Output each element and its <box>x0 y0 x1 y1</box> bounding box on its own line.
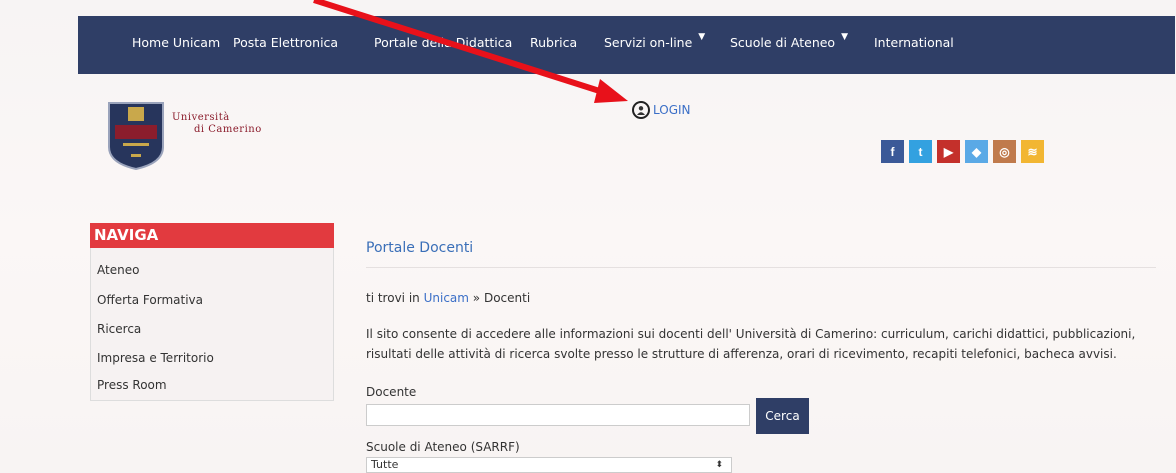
select-arrows-icon: ⬍ <box>715 460 723 470</box>
docente-label: Docente <box>366 385 417 399</box>
wordmark-line2: di Camerino <box>194 124 262 135</box>
chevron-down-icon: ▼ <box>698 32 706 42</box>
sidebar-item-impresa-territorio[interactable]: Impresa e Territorio <box>97 351 214 365</box>
sidebar-navigation: NAVIGA Ateneo Offerta Formativa Ricerca … <box>90 223 334 401</box>
nav-servizi-label: Servizi on-line <box>604 35 693 50</box>
nav-servizi-online[interactable]: Servizi on-line ▼ <box>604 32 706 50</box>
instagram-icon[interactable]: ◎ <box>993 140 1016 163</box>
nav-scuole-ateneo[interactable]: Scuole di Ateneo ▼ <box>730 32 848 50</box>
docente-search-input[interactable] <box>366 404 750 426</box>
twitter-icon[interactable]: t <box>909 140 932 163</box>
user-icon <box>632 101 650 119</box>
nav-scuole-label: Scuole di Ateneo <box>730 35 836 50</box>
top-navigation-bar: Home Unicam Posta Elettronica Portale de… <box>78 16 1175 74</box>
sidebar-item-offerta-formativa[interactable]: Offerta Formativa <box>97 293 203 307</box>
title-divider <box>366 267 1156 268</box>
nav-rubrica[interactable]: Rubrica <box>530 35 577 50</box>
breadcrumb-link-unicam[interactable]: Unicam <box>424 291 469 305</box>
page-title: Portale Docenti <box>366 240 474 256</box>
breadcrumb-prefix: ti trovi in <box>366 291 420 305</box>
rss-icon[interactable]: ≋ <box>1021 140 1044 163</box>
university-shield-logo[interactable] <box>107 99 165 171</box>
scuole-label: Scuole di Ateneo (SARRF) <box>366 440 520 454</box>
page-description: Il sito consente di accedere alle inform… <box>366 327 1136 361</box>
social-links: f t ▶ ◆ ◎ ≋ <box>881 140 1044 163</box>
search-button[interactable]: Cerca <box>756 398 809 434</box>
breadcrumb: ti trovi in Unicam » Docenti <box>366 291 530 305</box>
sidebar-item-press-room[interactable]: Press Room <box>97 378 167 392</box>
scuole-selected-value: Tutte <box>371 458 399 471</box>
nav-home-unicam[interactable]: Home Unicam <box>132 35 220 50</box>
facebook-icon[interactable]: f <box>881 140 904 163</box>
sidebar-title: NAVIGA <box>90 223 334 248</box>
login-label: LOGIN <box>653 103 691 117</box>
scuole-select[interactable]: Tutte ⬍ <box>366 457 732 473</box>
breadcrumb-current: » Docenti <box>472 291 531 305</box>
university-wordmark: Università di Camerino <box>172 112 262 136</box>
chevron-down-icon: ▼ <box>841 32 848 42</box>
login-link[interactable]: LOGIN <box>632 101 691 119</box>
nav-international[interactable]: International <box>874 35 954 50</box>
sidebar-item-ateneo[interactable]: Ateneo <box>97 263 139 277</box>
youtube-icon[interactable]: ▶ <box>937 140 960 163</box>
dropbox-icon[interactable]: ◆ <box>965 140 988 163</box>
nav-portale-didattica[interactable]: Portale della Didattica <box>374 35 512 50</box>
wordmark-line1: Università <box>172 112 230 123</box>
nav-posta-elettronica[interactable]: Posta Elettronica <box>233 35 338 50</box>
sidebar-menu: Ateneo Offerta Formativa Ricerca Impresa… <box>90 248 334 401</box>
sidebar-item-ricerca[interactable]: Ricerca <box>97 322 141 336</box>
